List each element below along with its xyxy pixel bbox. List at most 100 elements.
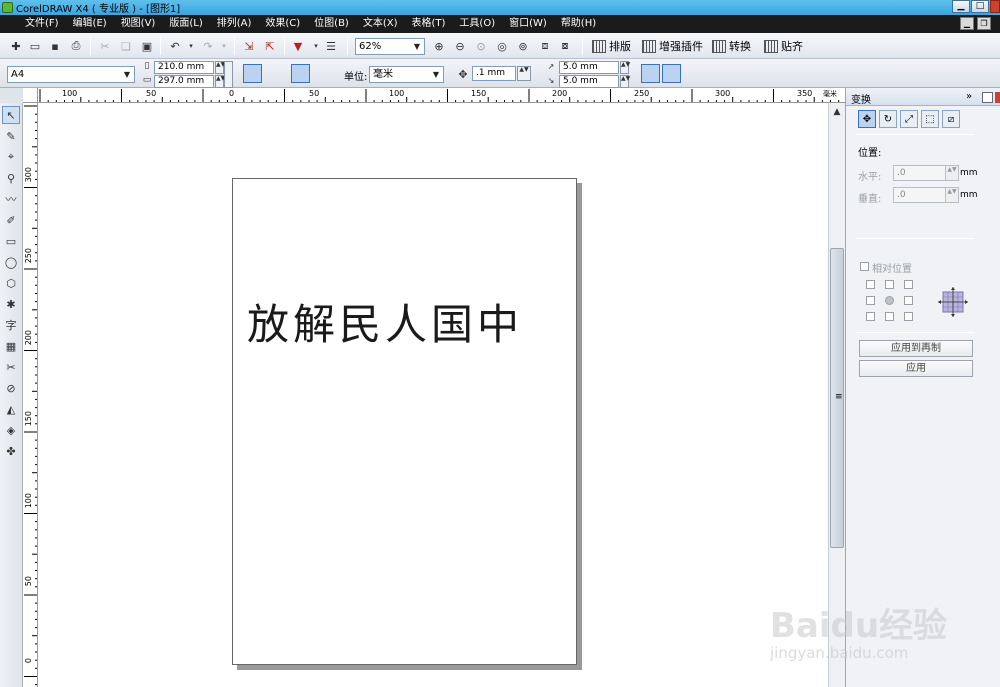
table-tool-icon[interactable]: ▦ — [2, 337, 20, 355]
anchor-center[interactable] — [885, 296, 894, 305]
anchor-bottom-left[interactable] — [866, 312, 875, 321]
application-launcher-icon[interactable]: ▼ — [290, 38, 306, 54]
anchor-top-right[interactable] — [904, 280, 913, 289]
typesetting-plugin-button[interactable]: 排版 — [592, 38, 631, 54]
new-document-icon[interactable]: ✚ — [8, 38, 24, 54]
landscape-button[interactable] — [264, 64, 283, 83]
artistic-text-object[interactable]: 放解民人国中 — [247, 291, 523, 352]
nudge-distance-field[interactable]: .1 mm — [472, 66, 516, 81]
menu-view[interactable]: 视图(V) — [114, 15, 163, 33]
anchor-top-left[interactable] — [866, 280, 875, 289]
shape-tool-icon[interactable]: ✎ — [2, 127, 20, 145]
treat-as-filled-button[interactable] — [641, 64, 660, 83]
docker-close-button[interactable] — [995, 92, 1000, 103]
paper-size-combo[interactable]: A4 ▼ — [7, 66, 135, 83]
docker-minimize-button[interactable] — [982, 92, 993, 103]
redo-icon[interactable]: ↷ — [200, 38, 216, 54]
basic-shapes-tool-icon[interactable]: ✱ — [2, 295, 20, 313]
anchor-top-center[interactable] — [885, 280, 894, 289]
scroll-up-icon[interactable]: ▲ — [831, 107, 843, 117]
paste-icon[interactable]: ▣ — [139, 38, 155, 54]
menu-file[interactable]: 文件(F) — [18, 15, 66, 33]
outline-tool-icon[interactable]: ◭ — [2, 400, 20, 418]
units-combo[interactable]: 毫米 ▼ — [369, 66, 444, 83]
scrollbar-thumb[interactable]: ≡ — [830, 248, 844, 548]
zoom-level-combo[interactable]: 62% ▼ — [355, 38, 425, 55]
horizontal-spinner[interactable]: ▲▼ — [945, 165, 959, 181]
anchor-bottom-center[interactable] — [885, 312, 894, 321]
undo-icon[interactable]: ↶ — [167, 38, 183, 54]
menu-window[interactable]: 窗口(W) — [502, 15, 554, 33]
interactive-fill-tool-icon[interactable]: ✤ — [2, 442, 20, 460]
zoom-all-objects-icon[interactable]: ◎ — [494, 38, 510, 54]
menu-effects[interactable]: 效果(C) — [258, 15, 307, 33]
interactive-blend-tool-icon[interactable]: ✂ — [2, 358, 20, 376]
collapse-docker-icon[interactable]: » — [966, 91, 972, 102]
document-minimize-button[interactable]: ▁ — [960, 17, 974, 30]
ruler-origin-corner[interactable] — [23, 88, 38, 103]
menu-help[interactable]: 帮助(H) — [554, 15, 603, 33]
zoom-page-height-icon[interactable]: ⧇ — [557, 38, 573, 54]
fill-tool-icon[interactable]: ◈ — [2, 421, 20, 439]
apply-to-duplicate-button[interactable]: 应用到再制 — [859, 340, 973, 357]
rotate-tab-icon[interactable]: ↻ — [879, 110, 897, 128]
position-tab-icon[interactable]: ✥ — [858, 110, 876, 128]
zoom-out-icon[interactable]: ⊖ — [452, 38, 468, 54]
drawing-canvas[interactable]: 放解民人国中 — [38, 103, 828, 687]
apply-button[interactable]: 应用 — [859, 360, 973, 377]
menu-arrange[interactable]: 排列(A) — [210, 15, 259, 33]
page-height-field[interactable]: 297.0 mm — [154, 75, 214, 88]
welcome-screen-icon[interactable]: ☰ — [323, 38, 339, 54]
export-icon[interactable]: ⇱ — [262, 38, 278, 54]
ellipse-tool-icon[interactable]: ◯ — [2, 253, 20, 271]
snap-to-objects-button[interactable] — [662, 64, 681, 83]
close-button[interactable] — [990, 0, 1000, 13]
vertical-spinner[interactable]: ▲▼ — [945, 187, 959, 203]
current-page-button[interactable] — [313, 64, 332, 83]
anchor-bottom-right[interactable] — [904, 312, 913, 321]
minimize-button[interactable]: ▁ — [952, 0, 970, 13]
menu-layout[interactable]: 版面(L) — [162, 15, 209, 33]
scale-tab-icon[interactable]: ⤢ — [900, 110, 918, 128]
anchor-middle-left[interactable] — [866, 296, 875, 305]
duplicate-x-spinner[interactable]: ▲▼ — [620, 61, 630, 74]
lock-ratio-button[interactable] — [224, 61, 233, 88]
zoom-in-icon[interactable]: ⊕ — [431, 38, 447, 54]
chevron-down-icon[interactable]: ▼ — [120, 67, 134, 82]
launcher-dropdown-icon[interactable]: ▾ — [308, 38, 324, 54]
skew-tab-icon[interactable]: ⧄ — [942, 110, 960, 128]
undo-dropdown-icon[interactable]: ▾ — [183, 38, 199, 54]
all-pages-button[interactable] — [291, 64, 310, 83]
maximize-button[interactable]: □ — [971, 0, 989, 13]
size-tab-icon[interactable]: ⬚ — [921, 110, 939, 128]
rectangle-tool-icon[interactable]: ▭ — [2, 232, 20, 250]
freehand-tool-icon[interactable]: 〰 — [2, 190, 20, 208]
zoom-to-page-icon[interactable]: ⊚ — [515, 38, 531, 54]
pick-tool-icon[interactable]: ↖ — [2, 106, 20, 124]
save-icon[interactable]: ▪ — [47, 38, 63, 54]
redo-dropdown-icon[interactable]: ▾ — [216, 38, 232, 54]
page-height-spinner[interactable]: ▲▼ — [215, 75, 225, 88]
open-folder-icon[interactable]: ▭ — [27, 38, 43, 54]
vertical-scrollbar[interactable]: ▲ ≡ — [828, 103, 845, 687]
crop-tool-icon[interactable]: ⌖ — [2, 148, 20, 166]
menu-edit[interactable]: 编辑(E) — [66, 15, 114, 33]
print-icon[interactable]: ⎙ — [68, 38, 84, 54]
menu-bitmaps[interactable]: 位图(B) — [307, 15, 356, 33]
smart-fill-tool-icon[interactable]: ✐ — [2, 211, 20, 229]
page-width-spinner[interactable]: ▲▼ — [215, 61, 225, 74]
page-width-field[interactable]: 210.0 mm — [154, 61, 214, 74]
menu-tools[interactable]: 工具(O) — [452, 15, 502, 33]
text-tool-icon[interactable]: 字 — [2, 316, 20, 334]
relative-position-checkbox[interactable] — [860, 262, 869, 271]
menu-table[interactable]: 表格(T) — [405, 15, 453, 33]
convert-plugin-button[interactable]: 转换 — [712, 38, 751, 54]
nudge-spinner[interactable]: ▲▼ — [517, 66, 531, 81]
duplicate-y-field[interactable]: 5.0 mm — [559, 75, 619, 88]
import-icon[interactable]: ⇲ — [241, 38, 257, 54]
chevron-down-icon[interactable]: ▼ — [410, 39, 424, 54]
document-restore-button[interactable]: ❐ — [977, 17, 991, 30]
enhance-plugin-button[interactable]: 增强插件 — [642, 38, 703, 54]
zoom-page-width-icon[interactable]: ⧈ — [537, 38, 553, 54]
eyedropper-tool-icon[interactable]: ⊘ — [2, 379, 20, 397]
